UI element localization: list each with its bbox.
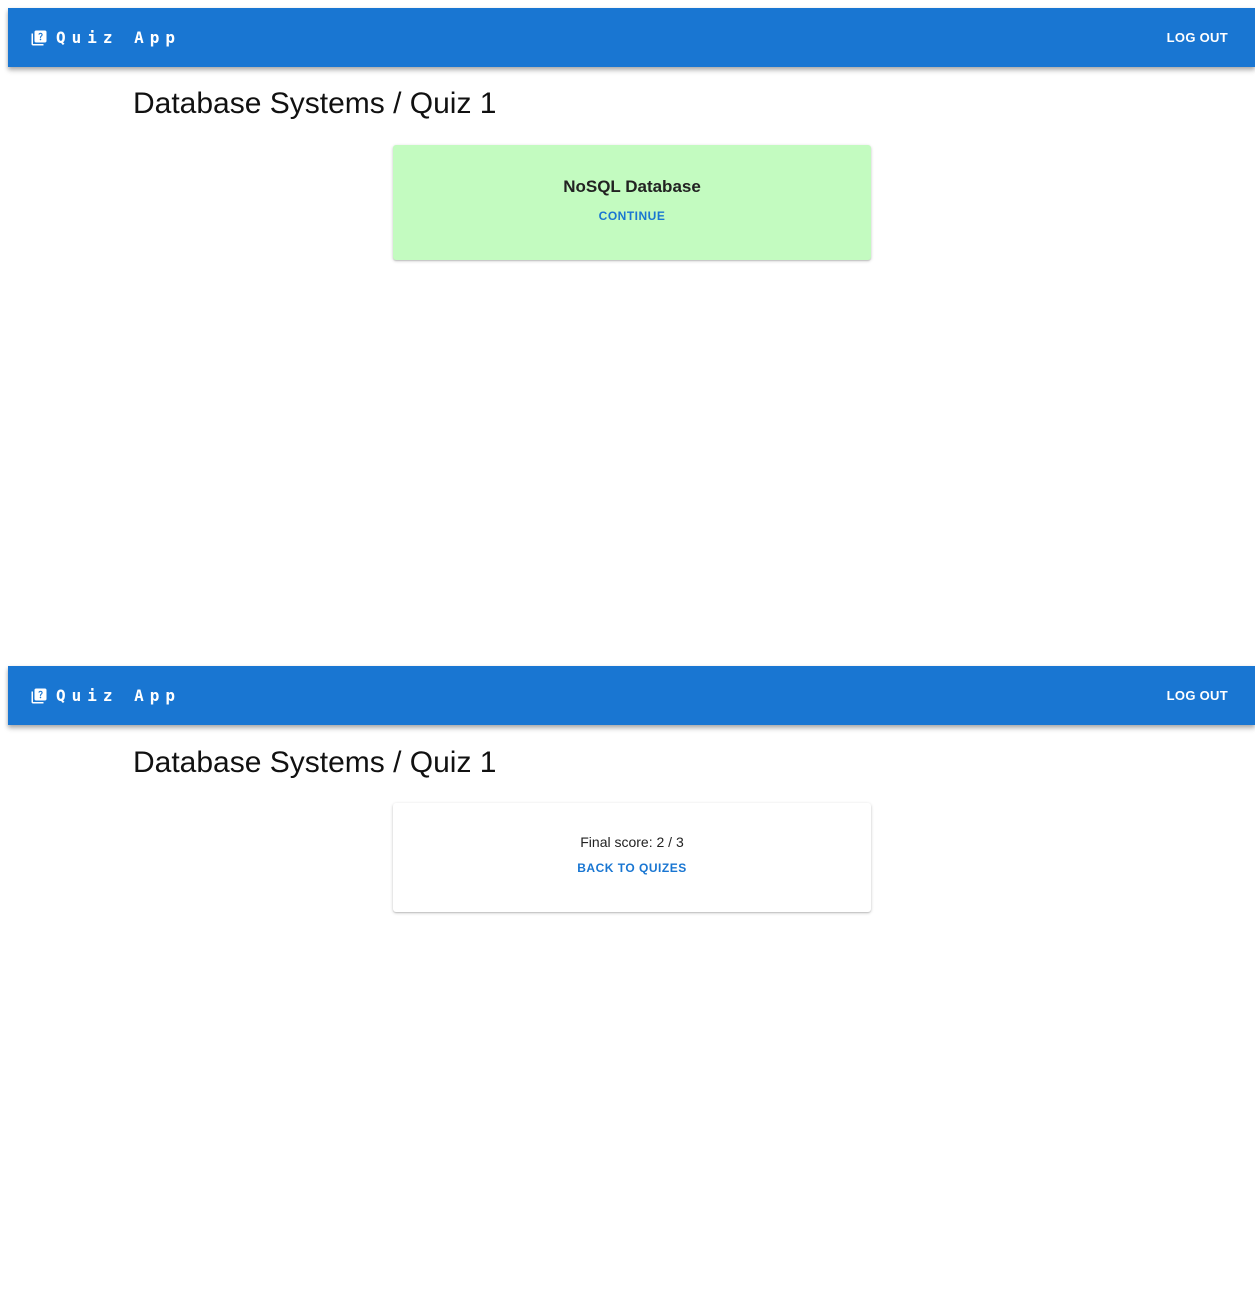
app-bar: Quiz App LOG OUT [8,666,1255,725]
app-title: Quiz App [56,686,182,705]
continue-button[interactable]: CONTINUE [393,209,871,223]
answer-card: NoSQL Database CONTINUE [393,145,871,260]
app-title: Quiz App [56,28,182,47]
quiz-result-screen: Quiz App LOG OUT Database Systems / Quiz… [0,660,1255,1304]
final-score-text: Final score: 2 / 3 [580,834,684,850]
page-title: Database Systems / Quiz 1 [133,87,497,120]
app-bar: Quiz App LOG OUT [8,8,1255,67]
brand[interactable]: Quiz App [30,686,181,705]
quiz-answer-screen: Quiz App LOG OUT Database Systems / Quiz… [0,0,1255,660]
back-to-quizzes-button[interactable]: BACK TO QUIZES [393,861,871,875]
page-title: Database Systems / Quiz 1 [133,746,497,779]
answer-title: NoSQL Database [563,177,701,196]
quiz-icon [30,687,48,705]
brand[interactable]: Quiz App [30,28,181,47]
logout-button[interactable]: LOG OUT [1167,30,1228,45]
score-card: Final score: 2 / 3 BACK TO QUIZES [393,803,871,912]
logout-button[interactable]: LOG OUT [1167,688,1228,703]
quiz-icon [30,29,48,47]
